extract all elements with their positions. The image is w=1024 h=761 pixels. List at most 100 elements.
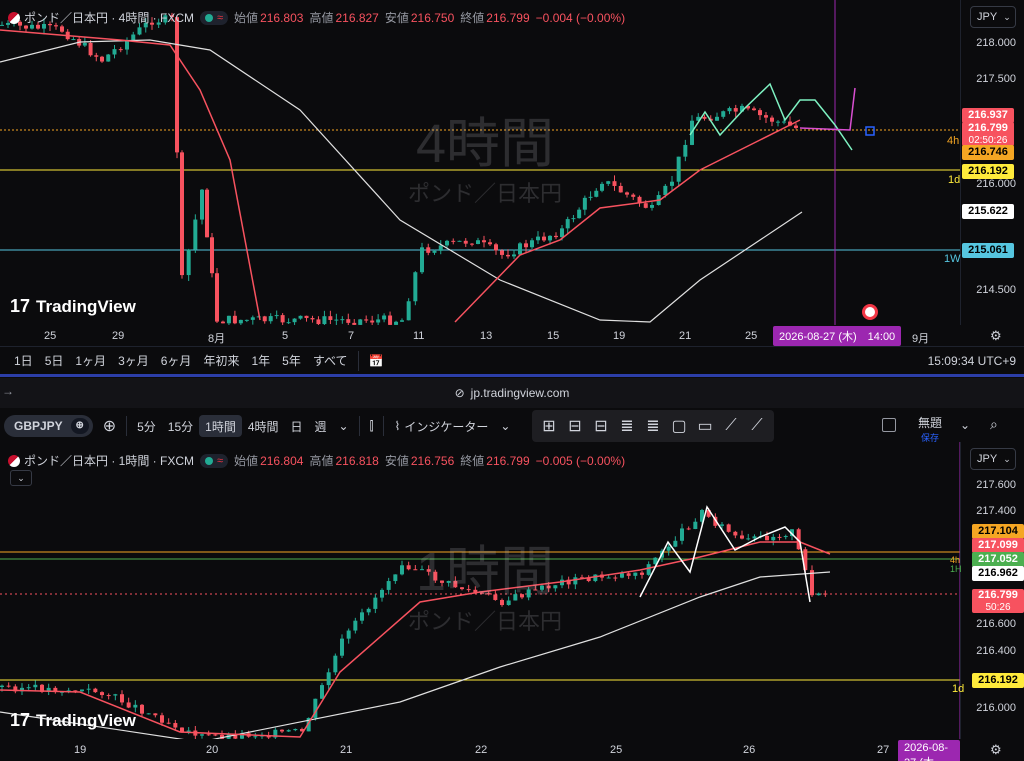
open-value: 216.804: [260, 453, 304, 468]
interval-more-chevron-icon[interactable]: ⌄: [333, 415, 355, 437]
range-all[interactable]: すべて: [307, 350, 354, 372]
path-icon[interactable]: ⟋: [744, 413, 770, 439]
divider: [357, 350, 359, 371]
tradingview-logo[interactable]: 17 TradingView: [10, 296, 136, 317]
interval-1d[interactable]: 日: [285, 415, 309, 437]
range-1m[interactable]: 1ヶ月: [69, 350, 112, 372]
candle: [340, 319, 345, 321]
horizontal-line-icon[interactable]: ⊟: [562, 413, 588, 439]
settings-gear-icon[interactable]: ⚙: [990, 742, 1002, 758]
candle: [673, 540, 678, 547]
crosshair-icon[interactable]: ⊞: [536, 413, 562, 439]
candle: [180, 152, 184, 276]
candle: [0, 685, 4, 687]
candle: [650, 205, 654, 208]
price-level-icon[interactable]: ⊟: [588, 413, 614, 439]
top-symbol-title[interactable]: ポンド／日本円 · 4時間 · FXCM: [24, 9, 194, 26]
candle: [200, 189, 204, 220]
tradingview-logo[interactable]: 17 TradingView: [10, 710, 136, 731]
candle: [625, 192, 629, 195]
interval-1w[interactable]: 週: [309, 415, 333, 437]
range-1y[interactable]: 1年: [245, 350, 276, 372]
candle: [280, 729, 284, 732]
range-5d[interactable]: 5日: [39, 350, 70, 372]
interval-15m[interactable]: 15分: [162, 415, 199, 437]
top-status-chip[interactable]: ≈: [200, 10, 229, 25]
range-3m[interactable]: 3ヶ月: [112, 350, 155, 372]
candle: [482, 240, 486, 243]
close-label: 終値: [460, 454, 485, 468]
interval-5m[interactable]: 5分: [131, 415, 162, 437]
layout-name[interactable]: 無題 保存: [918, 414, 942, 444]
candle: [186, 249, 191, 276]
interval-4h[interactable]: 4時間: [242, 415, 285, 437]
candle: [166, 722, 171, 724]
candle: [686, 528, 691, 530]
range-ytd[interactable]: 年初来: [197, 350, 245, 372]
clock[interactable]: 15:09:34 UTC+9: [928, 354, 1016, 368]
top-time-axis[interactable]: 25 29 8月 5 7 11 13 15 19 21 25 9月 2026-0…: [0, 325, 960, 346]
bottom-status-chip[interactable]: ≈: [200, 453, 229, 468]
url-bar[interactable]: ⊘ jp.tradingview.com: [0, 378, 1024, 408]
legend-collapse-button[interactable]: ⌄: [10, 470, 32, 486]
candle: [457, 240, 462, 242]
add-symbol-icon[interactable]: ⊕: [97, 415, 122, 437]
candle-type-icon[interactable]: ⫿: [364, 415, 380, 437]
candle: [215, 273, 219, 322]
anchor-point: [865, 126, 875, 136]
candle: [120, 694, 124, 703]
trendline-icon[interactable]: ⟋: [718, 413, 744, 439]
cursor-date-label: 2026-08-27 (木) 14:00: [773, 326, 902, 346]
indicators-button[interactable]: ⌇ インジケーター: [388, 415, 494, 437]
candle: [746, 538, 751, 540]
candle: [286, 322, 291, 324]
candle: [631, 194, 636, 197]
candle: [88, 42, 93, 56]
settings-gear-icon[interactable]: ⚙: [990, 328, 1002, 344]
top-price-axis[interactable]: 218.000 217.500 216.000 214.500: [960, 0, 1024, 325]
rectangle-icon[interactable]: ▢: [666, 413, 692, 439]
candle: [406, 301, 411, 321]
layout-checkbox-icon[interactable]: [882, 418, 896, 432]
bottom-time-axis[interactable]: 19 20 21 22 25 26 27 2026-08-27 (木: [0, 739, 960, 761]
candle: [360, 612, 364, 621]
quick-search-icon[interactable]: ⌕: [990, 416, 998, 433]
candle: [326, 672, 331, 686]
time-tick: 22: [475, 744, 488, 756]
change-value: −0.004 (−0.00%): [535, 10, 626, 25]
candle: [560, 228, 564, 238]
candle: [6, 685, 11, 687]
candle: [286, 730, 291, 732]
channel-icon[interactable]: ≣: [614, 413, 640, 439]
tv-logo-text: TradingView: [36, 710, 136, 730]
candle: [633, 572, 638, 576]
fib-icon[interactable]: ≣: [640, 413, 666, 439]
range-5y[interactable]: 5年: [276, 350, 307, 372]
interval-1h[interactable]: 1時間: [199, 415, 242, 437]
bottom-symbol-title[interactable]: ポンド／日本円 · 1時間 · FXCM: [24, 452, 194, 469]
candle: [340, 638, 344, 656]
candle: [200, 734, 204, 736]
pane-divider[interactable]: [0, 374, 1024, 377]
range-1d[interactable]: 1日: [8, 350, 39, 372]
range-6m[interactable]: 6ヶ月: [155, 350, 198, 372]
comment-icon[interactable]: ▭: [692, 413, 718, 439]
date-range-icon[interactable]: 📅: [363, 350, 390, 372]
high-label: 高値: [309, 11, 334, 25]
candle: [758, 110, 762, 116]
candle: [250, 317, 255, 320]
goto-realtime-icon[interactable]: [862, 304, 878, 320]
candle: [702, 116, 707, 119]
candle: [612, 181, 617, 186]
indicators-chevron-icon[interactable]: ⌄: [494, 415, 516, 437]
candle: [353, 620, 358, 631]
candle: [463, 240, 468, 244]
back-arrow-icon[interactable]: →: [2, 384, 14, 398]
candle: [210, 237, 214, 274]
layout-chevron-icon[interactable]: ⌄: [960, 418, 970, 432]
candle: [131, 34, 136, 40]
candle: [100, 692, 104, 696]
candle: [794, 125, 798, 128]
candle: [220, 321, 225, 324]
symbol-search[interactable]: GBPJPY ⊕: [4, 415, 93, 437]
